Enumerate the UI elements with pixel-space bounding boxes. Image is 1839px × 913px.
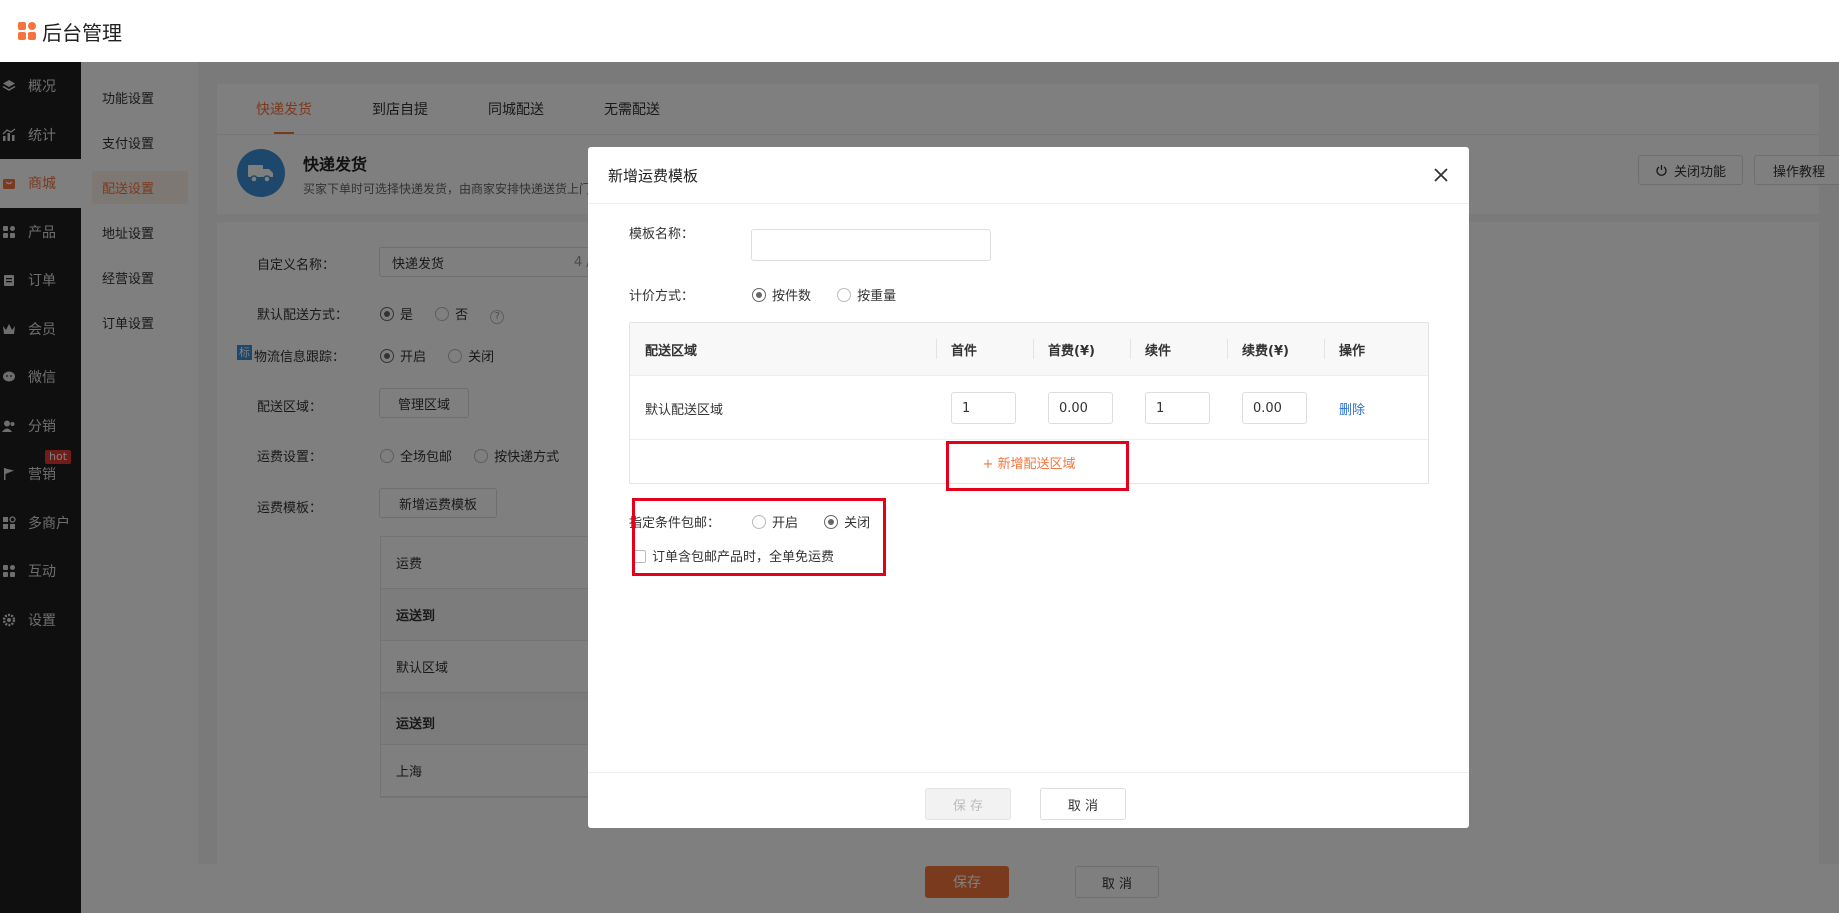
delete-link[interactable]: 删除	[1339, 399, 1365, 418]
col-next-fee: 续费(¥)	[1242, 344, 1289, 359]
next-fee-input[interactable]: 0.00	[1242, 392, 1307, 424]
area-name: 默认配送区域	[645, 402, 724, 418]
by-weight-radio[interactable]: 按重量	[837, 288, 896, 304]
conditional-free-on-radio[interactable]: 开启	[752, 515, 798, 531]
first-item-input[interactable]: 1	[951, 392, 1016, 424]
col-next: 续件	[1145, 344, 1172, 359]
free-order-checkbox[interactable]: 订单含包邮产品时，全单免运费	[633, 546, 834, 565]
table-header: 配送区域 首件 首费(¥) 续件 续费(¥) 操作	[630, 323, 1428, 376]
pricing-method-label: 计价方式：	[629, 289, 695, 304]
conditional-free-radios: 开启 关闭	[752, 512, 892, 531]
next-item-input[interactable]: 1	[1145, 392, 1210, 424]
col-action: 操作	[1339, 344, 1366, 359]
template-name-label: 模板名称：	[629, 227, 695, 242]
logo-icon	[18, 22, 36, 40]
checkbox-box[interactable]	[633, 550, 646, 563]
table-row: 默认配送区域 1 0.00 1 0.00 删除	[630, 376, 1428, 440]
col-area: 配送区域	[645, 344, 698, 359]
modal-cancel-button[interactable]: 取 消	[1040, 788, 1126, 820]
delivery-area-table: 配送区域 首件 首费(¥) 续件 续费(¥) 操作 默认配送区域 1 0.00 …	[629, 322, 1429, 484]
by-quantity-radio[interactable]: 按件数	[752, 288, 811, 304]
app-title: 后台管理	[42, 20, 122, 45]
col-first-fee: 首费(¥)	[1048, 344, 1095, 359]
top-bar: 后台管理	[0, 0, 1839, 62]
conditional-free-off-radio[interactable]: 关闭	[824, 515, 870, 531]
add-area-button[interactable]: + 新增配送区域	[630, 441, 1428, 484]
col-first: 首件	[951, 344, 978, 359]
template-name-input[interactable]	[751, 229, 991, 261]
pricing-method-radios: 按件数 按重量	[752, 285, 918, 304]
first-fee-input[interactable]: 0.00	[1048, 392, 1113, 424]
modal-save-button[interactable]: 保 存	[925, 788, 1011, 820]
add-fee-template-modal: 新增运费模板 模板名称： 计价方式： 按件数 按重量 配送区域 首件 首费(¥)…	[588, 147, 1469, 828]
conditional-free-label: 指定条件包邮：	[629, 516, 721, 531]
modal-title: 新增运费模板	[608, 166, 699, 185]
modal-header: 新增运费模板	[588, 147, 1469, 204]
modal-footer: 保 存 取 消	[588, 772, 1469, 828]
close-icon[interactable]	[1431, 165, 1451, 185]
